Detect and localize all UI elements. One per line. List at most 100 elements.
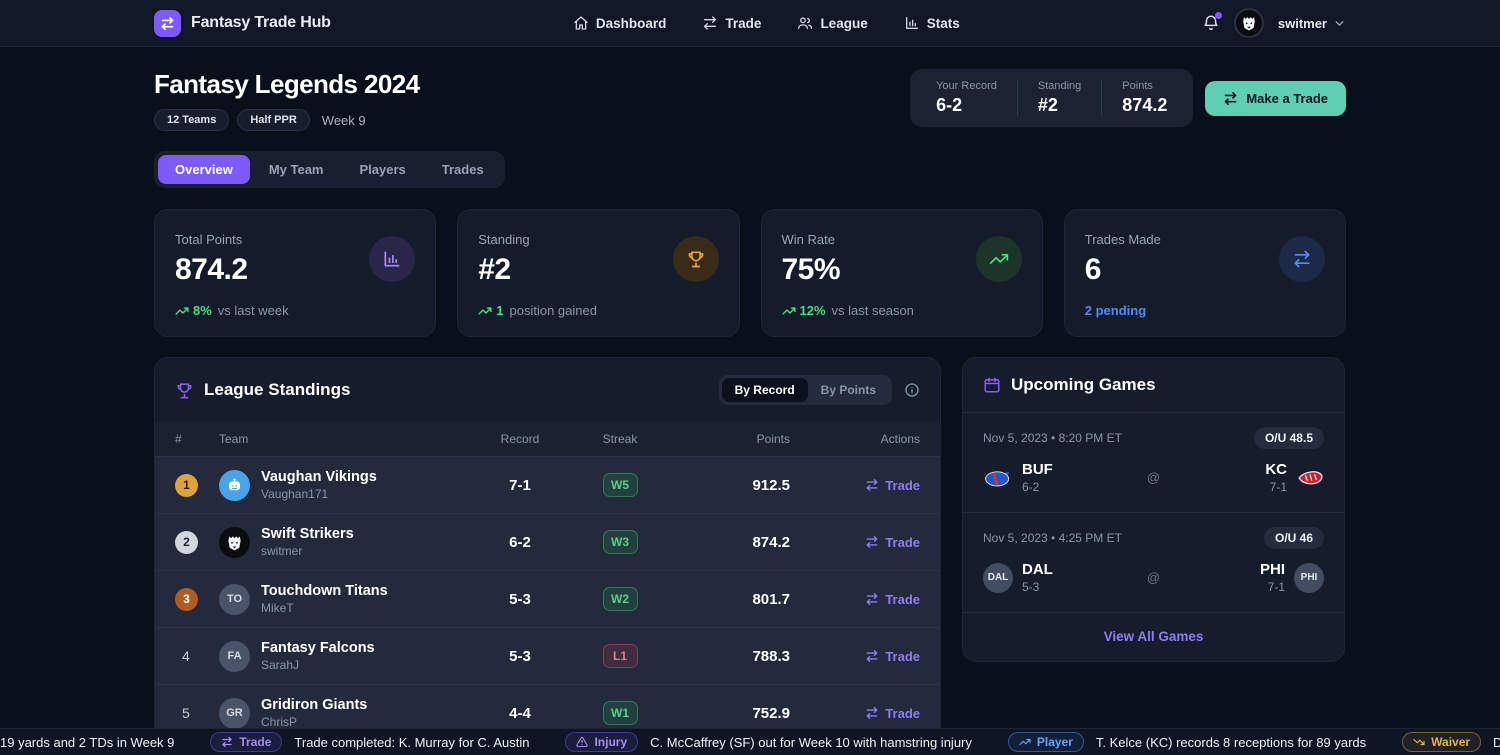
trade-label: Trade bbox=[885, 649, 920, 664]
record-summary-box: Your Record 6-2 Standing #2 Points 874.2 bbox=[910, 69, 1193, 127]
info-icon[interactable] bbox=[904, 382, 920, 398]
team-owner: switmer bbox=[261, 544, 354, 558]
record-cell: 7-1 bbox=[470, 477, 570, 494]
upcoming-games-panel: Upcoming Games Nov 5, 2023 • 8:20 PM ET … bbox=[962, 357, 1345, 662]
trade-button[interactable]: Trade bbox=[865, 478, 920, 493]
record-label: Points bbox=[1122, 80, 1167, 92]
main-nav: Dashboard Trade League Stats bbox=[331, 15, 1202, 31]
record-cell: 5-3 bbox=[470, 648, 570, 665]
team-name: Touchdown Titans bbox=[261, 583, 388, 599]
stat-card-trades-made: Trades Made 6 2 pending bbox=[1064, 209, 1346, 337]
home-team-abbr: KC bbox=[1265, 461, 1287, 478]
trade-button[interactable]: Trade bbox=[865, 535, 920, 550]
game-datetime: Nov 5, 2023 • 8:20 PM ET bbox=[983, 431, 1122, 445]
trade-label: Trade bbox=[885, 478, 920, 493]
nav-item-stats[interactable]: Stats bbox=[904, 15, 960, 31]
trade-button[interactable]: Trade bbox=[865, 592, 920, 607]
col-rank: # bbox=[175, 432, 219, 446]
home-team-record: 7-1 bbox=[1265, 480, 1287, 494]
standings-sort-toggle: By Record By Points bbox=[719, 375, 892, 405]
tab-my-team[interactable]: My Team bbox=[252, 155, 341, 184]
toggle-by-points[interactable]: By Points bbox=[808, 378, 889, 402]
brand-name: Fantasy Trade Hub bbox=[191, 14, 331, 32]
notifications-bell-icon[interactable] bbox=[1202, 14, 1220, 32]
make-a-trade-button[interactable]: Make a Trade bbox=[1205, 81, 1346, 116]
team-name: Gridiron Giants bbox=[261, 697, 367, 713]
away-team-record: 6-2 bbox=[1022, 480, 1053, 494]
points-cell: 874.2 bbox=[670, 534, 790, 551]
record-cell: 5-3 bbox=[470, 591, 570, 608]
league-standings-panel: League Standings By Record By Points # T… bbox=[154, 357, 941, 734]
user-menu[interactable]: switmer bbox=[1278, 16, 1346, 31]
notification-dot bbox=[1215, 12, 1222, 19]
ticker-item: Waiver D. Hopkins claimed off waivers bbox=[1402, 732, 1500, 752]
streak-badge: W2 bbox=[603, 587, 638, 611]
tab-overview[interactable]: Overview bbox=[158, 155, 250, 184]
swap-icon bbox=[865, 649, 879, 663]
delta-value: 12% bbox=[800, 303, 826, 318]
robot-icon bbox=[225, 476, 244, 495]
nav-item-league[interactable]: League bbox=[797, 15, 867, 31]
record-label: Standing bbox=[1038, 80, 1081, 92]
delta-suffix: position gained bbox=[509, 303, 596, 318]
calendar-icon bbox=[983, 376, 1001, 394]
home-team-record: 7-1 bbox=[1260, 580, 1285, 594]
streak-badge: L1 bbox=[603, 644, 638, 668]
view-tabs: Overview My Team Players Trades bbox=[154, 151, 505, 188]
pending-trades-link[interactable]: 2 pending bbox=[1085, 303, 1146, 318]
warning-icon bbox=[576, 736, 588, 748]
team-owner: SarahJ bbox=[261, 658, 375, 672]
users-icon bbox=[797, 15, 813, 31]
swap-icon bbox=[154, 10, 181, 37]
player-badge: Player bbox=[1008, 732, 1084, 752]
game-item: Nov 5, 2023 • 4:25 PM ET O/U 46 DAL DAL … bbox=[963, 513, 1344, 613]
record-cell: 4-4 bbox=[470, 705, 570, 722]
table-row: 1 Vaughan Vikings Vaughan171 7-1 W5 912.… bbox=[155, 456, 940, 513]
delta-suffix: vs last week bbox=[218, 303, 289, 318]
rank-number: 4 bbox=[175, 648, 219, 664]
scoring-format-badge: Half PPR bbox=[237, 109, 309, 131]
trade-label: Trade bbox=[885, 535, 920, 550]
view-all-games-link[interactable]: View All Games bbox=[1104, 629, 1204, 644]
stat-card-win-rate: Win Rate 75% 12% vs last season bbox=[761, 209, 1043, 337]
team-avatar: TO bbox=[219, 584, 250, 615]
ticker-item: Trade Trade completed: K. Murray for C. … bbox=[210, 732, 529, 752]
week-label: Week 9 bbox=[322, 113, 366, 128]
table-row: 3 TO Touchdown Titans MikeT 5-3 W2 801.7… bbox=[155, 570, 940, 627]
upcoming-games-title: Upcoming Games bbox=[1011, 375, 1156, 395]
team-avatar: GR bbox=[219, 698, 250, 729]
over-under-badge: O/U 46 bbox=[1264, 527, 1324, 549]
ticker-item: 19 yards and 2 TDs in Week 9 bbox=[0, 735, 174, 750]
nav-label: Stats bbox=[927, 16, 960, 31]
toggle-by-record[interactable]: By Record bbox=[722, 378, 808, 402]
trophy-icon bbox=[175, 381, 194, 400]
col-actions: Actions bbox=[790, 432, 920, 446]
streak-badge: W5 bbox=[603, 473, 638, 497]
team-owner: MikeT bbox=[261, 601, 388, 615]
trending-down-icon bbox=[1413, 736, 1425, 748]
swap-icon bbox=[702, 15, 718, 31]
nav-label: Trade bbox=[725, 16, 761, 31]
bills-logo-icon bbox=[983, 468, 1013, 488]
trade-button[interactable]: Trade bbox=[865, 649, 920, 664]
nav-item-trade[interactable]: Trade bbox=[702, 15, 761, 31]
nav-item-dashboard[interactable]: Dashboard bbox=[573, 15, 667, 31]
tab-players[interactable]: Players bbox=[343, 155, 423, 184]
nav-right: switmer bbox=[1202, 8, 1346, 38]
injury-badge: Injury bbox=[565, 732, 638, 752]
tab-trades[interactable]: Trades bbox=[425, 155, 501, 184]
rank-badge: 1 bbox=[175, 474, 198, 497]
trending-up-icon bbox=[782, 304, 796, 318]
nav-label: League bbox=[820, 16, 867, 31]
eagles-logo-badge: PHI bbox=[1294, 563, 1324, 593]
delta-up: 8% bbox=[175, 303, 212, 318]
swap-icon bbox=[865, 478, 879, 492]
trade-button[interactable]: Trade bbox=[865, 706, 920, 721]
points-cell: 912.5 bbox=[670, 477, 790, 494]
team-avatar bbox=[219, 527, 250, 558]
over-under-badge: O/U 48.5 bbox=[1254, 427, 1324, 449]
at-symbol: @ bbox=[1103, 570, 1204, 585]
record-cell: 6-2 bbox=[470, 534, 570, 551]
user-avatar[interactable] bbox=[1234, 8, 1264, 38]
trending-up-icon bbox=[976, 236, 1022, 282]
